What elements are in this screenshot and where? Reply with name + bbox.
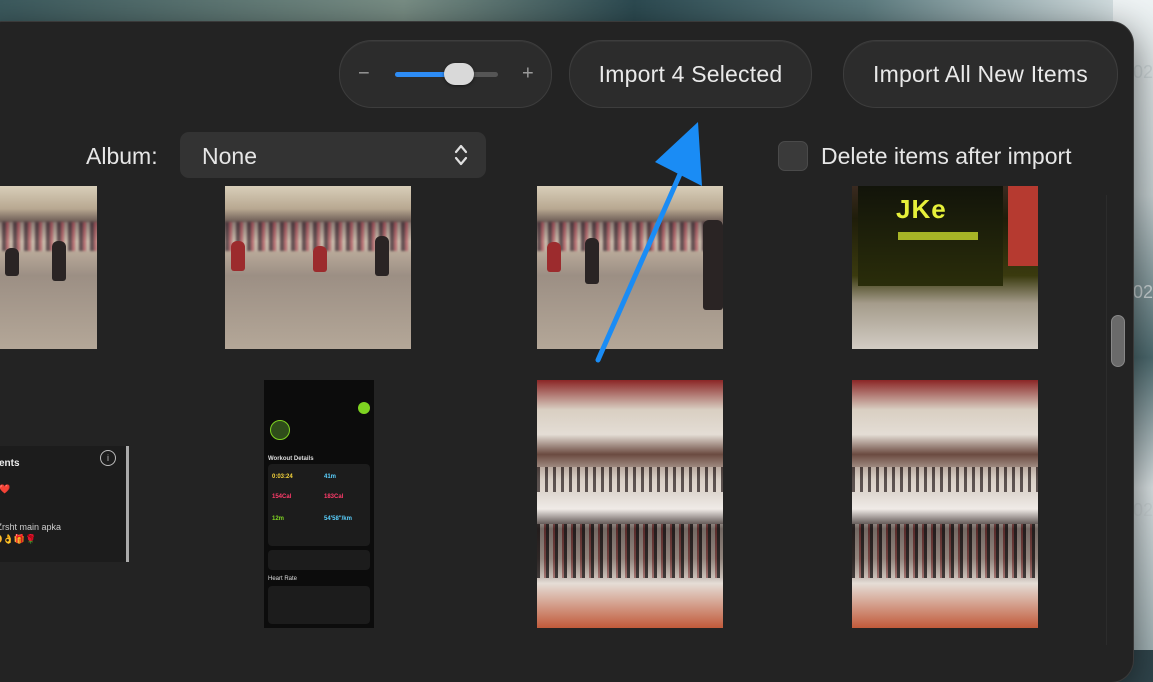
- photo-figure: [585, 238, 599, 284]
- import-selected-button[interactable]: Import 4 Selected: [569, 40, 812, 108]
- zoom-in-button[interactable]: +: [522, 63, 534, 86]
- screenshot-thumbnail[interactable]: i nments hod❤️ ı 2 Zrsht main apka ıp😊👌🎁…: [0, 446, 129, 562]
- photo-figure: [52, 241, 66, 281]
- import-window: − + Import 4 Selected Import All New Ite…: [0, 22, 1133, 682]
- photo-figure: [231, 241, 245, 271]
- chat-line: hod❤️: [0, 484, 11, 494]
- workout-value: 183Cal: [324, 494, 344, 500]
- background-date-fragment: 02: [1133, 62, 1153, 82]
- photo-thumbnail[interactable]: [852, 380, 1038, 628]
- chat-line: ı 2 Zrsht main apka: [0, 522, 62, 532]
- scrollbar-track: [1106, 195, 1107, 645]
- workout-value: 12m: [272, 516, 285, 522]
- delete-after-import-label: Delete items after import: [821, 143, 1072, 169]
- chevron-up-down-icon: [454, 144, 468, 166]
- workout-card: 0:03:24 41m 154Cal 183Cal 12m 54'58"/km: [268, 464, 370, 546]
- workout-value: 154Cal: [272, 494, 292, 500]
- album-select[interactable]: None: [180, 132, 486, 178]
- status-dot: [358, 402, 370, 414]
- zoom-out-button[interactable]: −: [358, 63, 370, 86]
- album-label: Album:: [86, 143, 158, 169]
- workout-card: [268, 550, 370, 570]
- store-sign: JKe: [858, 186, 1003, 286]
- photo-thumbnail[interactable]: [225, 186, 411, 349]
- workout-header: Workout Details: [268, 456, 314, 462]
- chat-title: nments: [0, 458, 20, 469]
- photo-thumbnail[interactable]: [537, 186, 723, 349]
- zoom-control: − +: [339, 40, 552, 108]
- info-icon: i: [100, 450, 116, 466]
- runner-icon: [270, 420, 290, 440]
- workout-value: 54'58"/km: [324, 516, 352, 522]
- import-all-new-items-button[interactable]: Import All New Items: [843, 40, 1118, 108]
- photo-figure: [703, 220, 723, 310]
- album-selected-value: None: [202, 143, 257, 169]
- heart-rate-chart: [268, 586, 370, 624]
- store-sign-subtext: [898, 232, 978, 240]
- background-date-fragment: 02: [1133, 500, 1153, 520]
- photo-figure: [375, 236, 389, 276]
- workout-value: 41m: [324, 474, 337, 480]
- photo-thumbnail[interactable]: JKe: [852, 186, 1038, 349]
- chat-line: ıp😊👌🎁🌹: [0, 534, 37, 544]
- delete-after-import-checkbox[interactable]: [778, 141, 808, 171]
- photo-figure: [313, 246, 327, 272]
- zoom-slider-thumb[interactable]: [444, 63, 474, 85]
- scrollbar-thumb[interactable]: [1111, 315, 1125, 367]
- workout-value: 0:03:24: [272, 474, 293, 480]
- photo-thumbnail[interactable]: [0, 186, 97, 349]
- heart-rate-label: Heart Rate: [268, 576, 298, 582]
- photo-thumbnail[interactable]: [537, 380, 723, 628]
- photo-figure: [547, 242, 561, 272]
- background-date-fragment: 02: [1133, 282, 1153, 302]
- store-red-panel: [1008, 186, 1038, 266]
- screenshot-thumbnail[interactable]: Workout Details 0:03:24 41m 154Cal 183Ca…: [264, 380, 374, 628]
- photo-figure: [5, 248, 19, 276]
- store-sign-text: JKe: [896, 194, 947, 224]
